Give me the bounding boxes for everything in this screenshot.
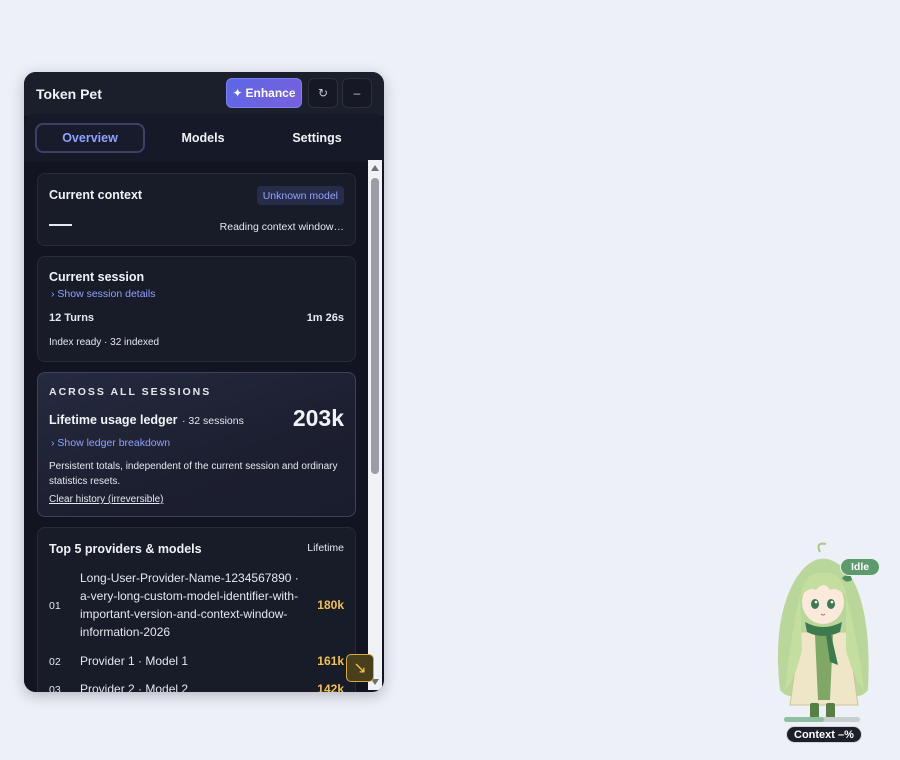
app-title: Token Pet	[36, 86, 102, 102]
ledger-title: Lifetime usage ledger	[49, 413, 178, 427]
provider-rank: 02	[49, 656, 61, 668]
current-context-card: Current context Unknown model Reading co…	[37, 173, 356, 246]
provider-name: Long-User-Provider-Name-1234567890 · a-v…	[80, 571, 299, 639]
top-providers-title: Top 5 providers & models	[49, 542, 202, 556]
title-bar[interactable]: Token Pet ✦ Enhance ↻ –	[24, 72, 384, 116]
provider-tokens: 180k	[317, 598, 344, 612]
provider-name: Provider 1 · Model 1	[80, 654, 189, 668]
top-providers-card: Top 5 providers & models Lifetime 01 Lon…	[37, 527, 356, 692]
across-sessions-kicker: ACROSS ALL SESSIONS	[49, 386, 212, 398]
show-session-details-link[interactable]: › Show session details	[51, 288, 155, 300]
enhance-button[interactable]: ✦ Enhance	[226, 78, 302, 108]
minimize-button[interactable]: –	[342, 78, 372, 108]
context-status: Reading context window…	[219, 221, 344, 233]
token-pet-panel: Token Pet ✦ Enhance ↻ – Overview Models …	[24, 72, 384, 692]
index-status: Index ready · 32 indexed	[49, 337, 160, 348]
minimize-icon: –	[353, 86, 361, 100]
show-ledger-breakdown-link[interactable]: › Show ledger breakdown	[51, 437, 170, 449]
lifetime-usage-card: ACROSS ALL SESSIONS Lifetime usage ledge…	[37, 372, 356, 517]
sparkle-icon: ✦	[232, 86, 243, 100]
pet-status-badge: Idle	[840, 558, 881, 576]
enhance-label: Enhance	[245, 86, 296, 100]
pet-context-bar-fill	[784, 717, 824, 722]
refresh-icon: ↻	[317, 86, 329, 100]
tab-bar: Overview Models Settings	[24, 114, 384, 162]
ledger-heading: Lifetime usage ledger · 32 sessions	[49, 411, 244, 429]
desktop-pet[interactable]: Idle Context –%	[760, 540, 890, 745]
refresh-button[interactable]: ↻	[308, 78, 338, 108]
resize-handle[interactable]: ↘	[346, 654, 374, 682]
scroll-up-arrow-icon[interactable]	[371, 165, 379, 171]
tab-settings[interactable]: Settings	[262, 123, 372, 153]
content-scrollbar[interactable]	[368, 160, 382, 690]
current-session-card: Current session › Show session details 1…	[37, 256, 356, 362]
current-context-title: Current context	[49, 188, 143, 202]
lifetime-total: 203k	[292, 405, 344, 431]
current-session-title: Current session	[49, 270, 145, 284]
context-placeholder-dash	[49, 224, 72, 226]
scroll-thumb[interactable]	[371, 178, 379, 474]
ledger-description: Persistent totals, independent of the cu…	[49, 461, 338, 487]
ledger-sessions: · 32 sessions	[181, 415, 244, 427]
provider-name: Provider 2 · Model 2	[80, 682, 189, 692]
provider-rank: 01	[49, 600, 61, 612]
provider-tokens: 142k	[317, 682, 344, 692]
resize-arrow-icon: ↘	[353, 660, 367, 677]
provider-tokens: 161k	[317, 654, 344, 668]
provider-rank: 03	[49, 684, 61, 692]
tab-overview[interactable]: Overview	[35, 123, 145, 153]
top-providers-scope: Lifetime	[307, 542, 344, 554]
pet-context-bar	[784, 717, 860, 722]
model-badge: Unknown model	[256, 186, 344, 205]
clear-history-link[interactable]: Clear history (irreversible)	[49, 494, 163, 505]
tab-models[interactable]: Models	[148, 123, 258, 153]
turns-count: 12 Turns	[49, 312, 95, 324]
pet-context-label: Context –%	[786, 726, 862, 743]
overview-content[interactable]: Current context Unknown model Reading co…	[24, 162, 368, 692]
session-duration: 1m 26s	[306, 312, 344, 324]
